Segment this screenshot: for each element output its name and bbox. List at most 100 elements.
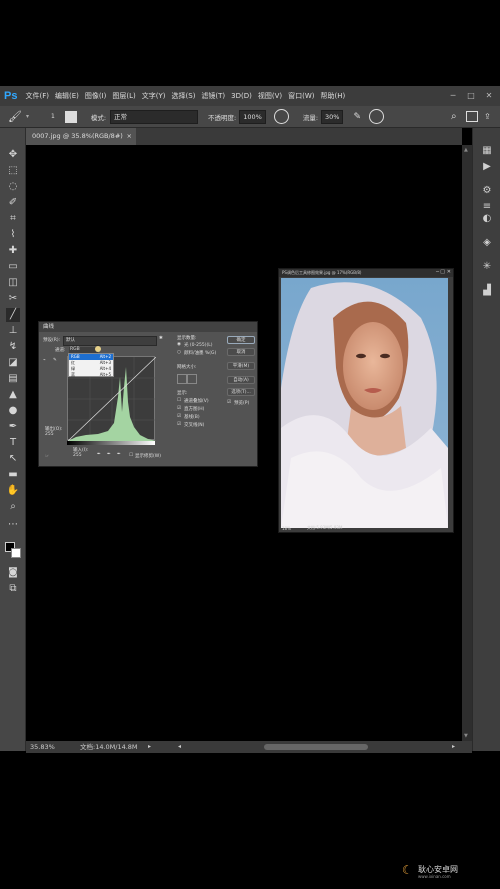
history-panel-icon[interactable]: ▦ bbox=[480, 144, 494, 158]
gradient-tool-icon[interactable]: ▤ bbox=[6, 372, 20, 386]
input-value[interactable]: 255 bbox=[73, 453, 82, 458]
brush-tool-icon[interactable]: 🖌 bbox=[8, 110, 22, 123]
type-tool-icon[interactable]: T bbox=[6, 436, 20, 450]
airbrush-icon[interactable]: ✎ bbox=[353, 112, 361, 122]
options-button[interactable]: 选项(T)... bbox=[227, 388, 255, 396]
menu-help[interactable]: 帮助(H) bbox=[321, 91, 346, 101]
minimize-icon[interactable]: ─ bbox=[446, 86, 460, 106]
gray-eyedropper-icon[interactable]: ✒ bbox=[107, 452, 111, 457]
menu-select[interactable]: 选择(S) bbox=[172, 91, 196, 101]
baseline-checkbox[interactable]: ☑ bbox=[177, 414, 181, 419]
menu-edit[interactable]: 编辑(E) bbox=[55, 91, 79, 101]
brush-size-value[interactable]: 1 bbox=[51, 113, 55, 120]
share-icon[interactable]: ⇪ bbox=[484, 112, 491, 121]
channel-option-blue[interactable]: 蓝 Alt+5 bbox=[69, 372, 113, 378]
hand-tool-icon[interactable]: ✋ bbox=[6, 484, 20, 498]
brush-panel-icon[interactable] bbox=[64, 110, 77, 123]
path-select-icon[interactable]: ↖ bbox=[6, 452, 20, 466]
styles-panel-icon[interactable]: ✳ bbox=[480, 260, 494, 274]
lasso-tool-icon[interactable]: ◌ bbox=[6, 180, 20, 194]
search-icon[interactable]: ⌕ bbox=[451, 111, 457, 122]
maximize-icon[interactable]: □ bbox=[464, 86, 478, 106]
background-color-swatch[interactable] bbox=[11, 548, 21, 558]
scroll-right-icon[interactable]: ▸ bbox=[452, 741, 455, 753]
preset-select[interactable]: 默认 bbox=[63, 336, 157, 346]
actions-panel-icon[interactable]: ▶ bbox=[480, 160, 494, 174]
screen-mode-icon[interactable]: ⧉ bbox=[6, 582, 20, 596]
layers-panel-icon[interactable]: ◈ bbox=[480, 236, 494, 250]
white-eyedropper-icon[interactable]: ✒ bbox=[117, 452, 121, 457]
pigment-radio-icon[interactable]: ○ bbox=[177, 350, 181, 355]
auto-button[interactable]: 自动(A) bbox=[227, 376, 255, 384]
pen-tool-icon[interactable]: ✒ bbox=[6, 420, 20, 434]
pencil-curve-icon[interactable]: ✎ bbox=[53, 358, 57, 363]
image-window-close-icon[interactable]: ✕ bbox=[447, 269, 451, 275]
scroll-down-icon[interactable]: ▼ bbox=[464, 733, 468, 739]
close-icon[interactable]: ✕ bbox=[482, 86, 496, 106]
preview-checkbox[interactable]: ☑ bbox=[227, 400, 231, 405]
chevron-down-icon[interactable]: ▾ bbox=[26, 113, 29, 120]
ok-button[interactable]: 确定 bbox=[227, 336, 255, 344]
shape-tool-icon[interactable]: ▬ bbox=[6, 468, 20, 482]
more-tools-icon[interactable]: ⋯ bbox=[6, 518, 20, 532]
mode-select[interactable]: 正常 bbox=[110, 109, 199, 124]
smooth-button[interactable]: 平滑(M) bbox=[227, 362, 255, 370]
brush-tool-icon[interactable]: ╱ bbox=[6, 308, 20, 322]
menu-type[interactable]: 文字(Y) bbox=[142, 91, 166, 101]
red-eye-tool-icon[interactable]: ✂ bbox=[6, 292, 20, 306]
scroll-up-icon[interactable]: ▲ bbox=[464, 147, 468, 153]
preset-options-icon[interactable]: ✱ bbox=[159, 336, 163, 341]
light-radio-icon[interactable]: ◉ bbox=[177, 342, 181, 347]
flow-input[interactable]: 30% bbox=[321, 109, 344, 124]
detailed-grid-icon[interactable] bbox=[187, 374, 197, 384]
opacity-input[interactable]: 100% bbox=[239, 109, 266, 124]
zoom-level[interactable]: 35.83% bbox=[30, 741, 55, 753]
channel-dropdown[interactable]: RGB Alt+2 红 Alt+3 绿 Alt+4 蓝 Alt+5 bbox=[68, 353, 114, 377]
vertical-scrollbar[interactable]: ▲ ▼ bbox=[462, 145, 472, 741]
show-clipping-checkbox[interactable]: ☐ bbox=[129, 453, 133, 458]
crop-tool-icon[interactable]: ⌗ bbox=[6, 212, 20, 226]
histogram-checkbox[interactable]: ☑ bbox=[177, 406, 181, 411]
quick-mask-icon[interactable]: ◙ bbox=[6, 566, 20, 580]
menu-file[interactable]: 文件(F) bbox=[25, 91, 49, 101]
intersection-checkbox[interactable]: ☑ bbox=[177, 422, 181, 427]
history-brush-icon[interactable]: ↯ bbox=[6, 340, 20, 354]
histogram-panel-icon[interactable]: ▟ bbox=[480, 284, 494, 298]
scroll-left-icon[interactable]: ◂ bbox=[178, 741, 181, 753]
move-tool-icon[interactable]: ✥ bbox=[6, 148, 20, 162]
properties-panel-icon[interactable]: ⚙ bbox=[480, 184, 494, 198]
target-adjust-icon[interactable]: ☞ bbox=[45, 454, 49, 459]
image-window-maximize-icon[interactable]: □ bbox=[440, 269, 445, 275]
menu-3d[interactable]: 3D(D) bbox=[231, 92, 252, 100]
zoom-tool-icon[interactable]: ⌕ bbox=[6, 500, 20, 514]
dodge-tool-icon[interactable]: ● bbox=[6, 404, 20, 418]
pressure-opacity-icon[interactable] bbox=[273, 109, 289, 124]
menu-layer[interactable]: 图层(L) bbox=[112, 91, 135, 101]
patch-tool-icon[interactable]: ▭ bbox=[6, 260, 20, 274]
channel-overlays-checkbox[interactable]: ☐ bbox=[177, 398, 181, 403]
clone-stamp-icon[interactable]: ⊥ bbox=[6, 324, 20, 338]
pressure-size-icon[interactable] bbox=[369, 109, 385, 124]
color-panel-icon[interactable]: ◐ bbox=[480, 212, 494, 226]
menu-view[interactable]: 视图(V) bbox=[258, 91, 282, 101]
blur-tool-icon[interactable]: ▲ bbox=[6, 388, 20, 402]
tab-close-icon[interactable]: × bbox=[127, 128, 132, 145]
cancel-button[interactable]: 取消 bbox=[227, 348, 255, 356]
output-value[interactable]: 255 bbox=[45, 432, 54, 437]
black-eyedropper-icon[interactable]: ✒ bbox=[97, 452, 101, 457]
curve-point-icon[interactable]: ⌁ bbox=[43, 358, 46, 363]
eraser-tool-icon[interactable]: ◪ bbox=[6, 356, 20, 370]
quick-select-tool-icon[interactable]: ✐ bbox=[6, 196, 20, 210]
image-window-zoom[interactable]: 18% bbox=[282, 526, 291, 531]
menu-image[interactable]: 图像(I) bbox=[85, 91, 107, 101]
horizontal-scrollbar-thumb[interactable] bbox=[264, 744, 368, 750]
simple-grid-icon[interactable] bbox=[177, 374, 187, 384]
image-window-minimize-icon[interactable]: ─ bbox=[436, 269, 439, 275]
image-window-titlebar[interactable]: PS调色后工具修图效果.jpg @ 17%(RGB/8) bbox=[279, 269, 453, 277]
workspace-icon[interactable] bbox=[466, 111, 478, 122]
menu-window[interactable]: 窗口(W) bbox=[288, 91, 314, 101]
info-arrow-icon[interactable]: ▸ bbox=[148, 741, 151, 753]
eyedropper-tool-icon[interactable]: ⌇ bbox=[6, 228, 20, 242]
document-tab[interactable]: 0007.jpg @ 35.8%(RGB/8#) × bbox=[26, 128, 136, 145]
content-aware-tool-icon[interactable]: ◫ bbox=[6, 276, 20, 290]
